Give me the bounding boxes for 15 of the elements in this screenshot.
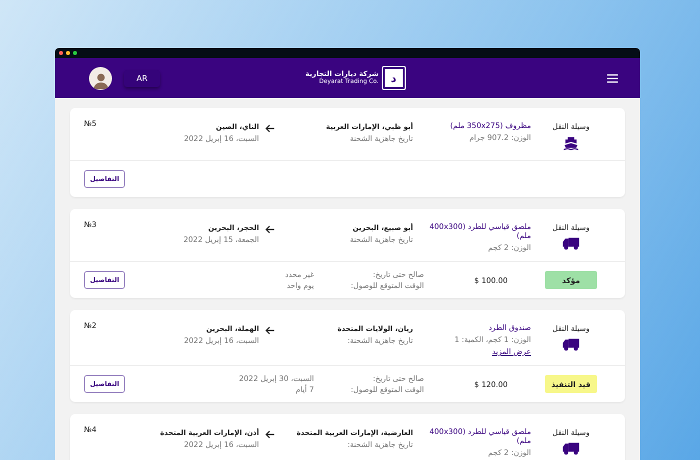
menu-icon[interactable] [607, 74, 618, 82]
truck-icon [562, 237, 580, 250]
maximize-dot-icon[interactable] [73, 51, 77, 55]
truck-icon [562, 442, 580, 455]
close-dot-icon[interactable] [59, 51, 63, 55]
truck-icon [562, 338, 580, 351]
logo-mark: د [382, 66, 406, 90]
minimize-dot-icon[interactable] [66, 51, 70, 55]
arrow-left-icon [265, 124, 275, 133]
arrow-left-icon [265, 326, 275, 335]
arrow-left-icon [265, 225, 275, 234]
ship-icon [563, 136, 579, 151]
language-button[interactable]: AR [124, 70, 160, 86]
avatar-icon[interactable] [89, 66, 112, 90]
arrow-left-icon [265, 430, 275, 439]
